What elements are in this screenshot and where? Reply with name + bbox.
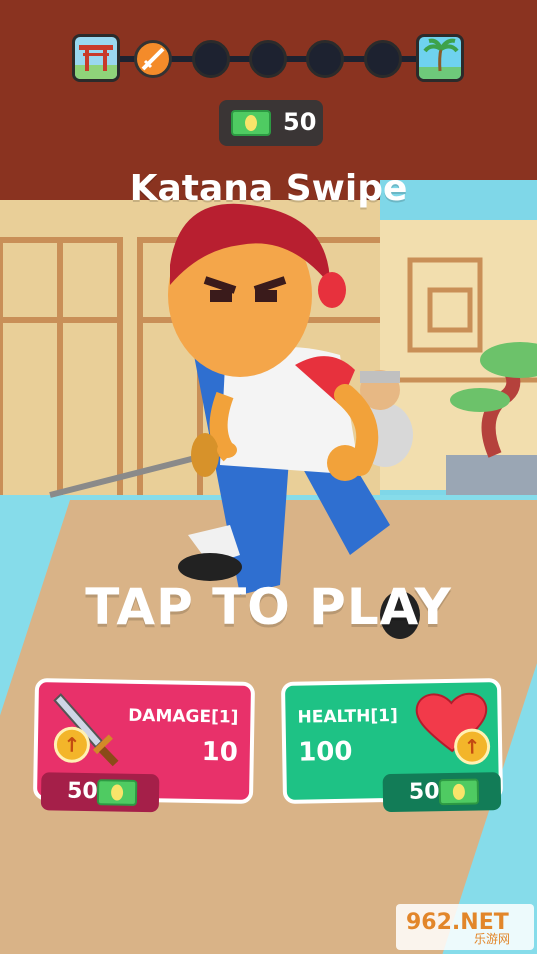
damage-label: DAMAGE[1] — [127, 705, 239, 728]
cash-bill-icon — [438, 778, 480, 806]
damage-upgrade-card[interactable]: ↑ DAMAGE[1] 10 50 — [32, 678, 256, 813]
damage-price-amount: 50 — [66, 778, 98, 805]
currency-counter: 50 — [219, 100, 323, 146]
torii-gate-icon — [72, 34, 120, 82]
health-price-amount: 50 — [408, 779, 440, 805]
health-value: 100 — [297, 736, 353, 768]
currency-amount: 50 — [283, 108, 317, 136]
tap-to-play-prompt[interactable]: TAP TO PLAY — [0, 578, 537, 636]
watermark-subtext: 乐游网 — [474, 932, 511, 946]
katana-icon — [134, 40, 172, 78]
health-label: HEALTH[1] — [297, 705, 398, 728]
palm-tree-icon — [416, 34, 464, 82]
stage-dot — [192, 40, 230, 78]
site-watermark: 962.NET 乐游网 — [396, 904, 534, 950]
upgrade-arrow-icon: ↑ — [453, 728, 491, 765]
bonsai-decoration — [446, 342, 537, 495]
stage-dot — [306, 40, 344, 78]
health-upgrade-price[interactable]: 50 — [382, 772, 502, 813]
cash-bill-icon — [96, 779, 138, 806]
level-progress-bar — [72, 34, 464, 86]
stage-dot — [364, 40, 402, 78]
damage-value: 10 — [201, 737, 239, 768]
weapon-name: Katana Swipe — [129, 168, 408, 209]
damage-upgrade-price[interactable]: 50 — [40, 772, 160, 813]
stage-dot — [249, 40, 287, 78]
health-upgrade-card[interactable]: HEALTH[1] 100 ↑ 50 — [280, 678, 504, 813]
cash-bill-icon — [231, 110, 271, 136]
